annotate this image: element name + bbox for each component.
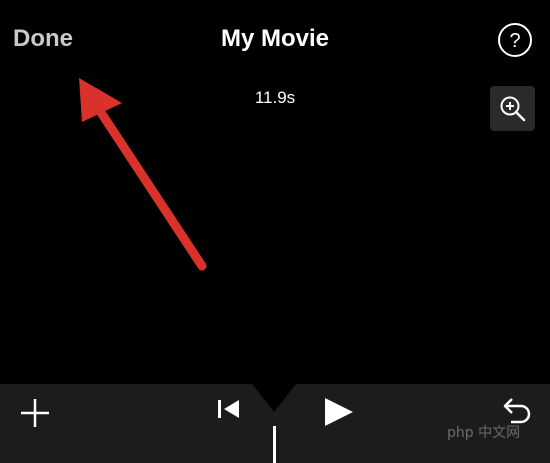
nav-header: Done My Movie ? [0, 0, 550, 80]
skip-to-start-icon [218, 400, 239, 418]
watermark: php 中文网 [447, 425, 521, 441]
movie-duration: 11.9s [254, 88, 296, 107]
svg-text:?: ? [509, 30, 520, 52]
question-circle-icon: ? [498, 23, 532, 57]
playhead-line[interactable] [273, 426, 276, 463]
zoom-in-icon [500, 96, 526, 122]
plus-icon [21, 399, 49, 427]
add-media-button[interactable] [18, 396, 52, 430]
play-button[interactable] [323, 396, 355, 428]
play-icon [325, 398, 353, 426]
zoom-button[interactable] [490, 86, 535, 131]
skip-to-start-button[interactable] [216, 397, 242, 421]
page-title: My Movie [220, 25, 330, 52]
playhead-notch [252, 384, 296, 412]
help-button[interactable]: ? [497, 22, 533, 58]
